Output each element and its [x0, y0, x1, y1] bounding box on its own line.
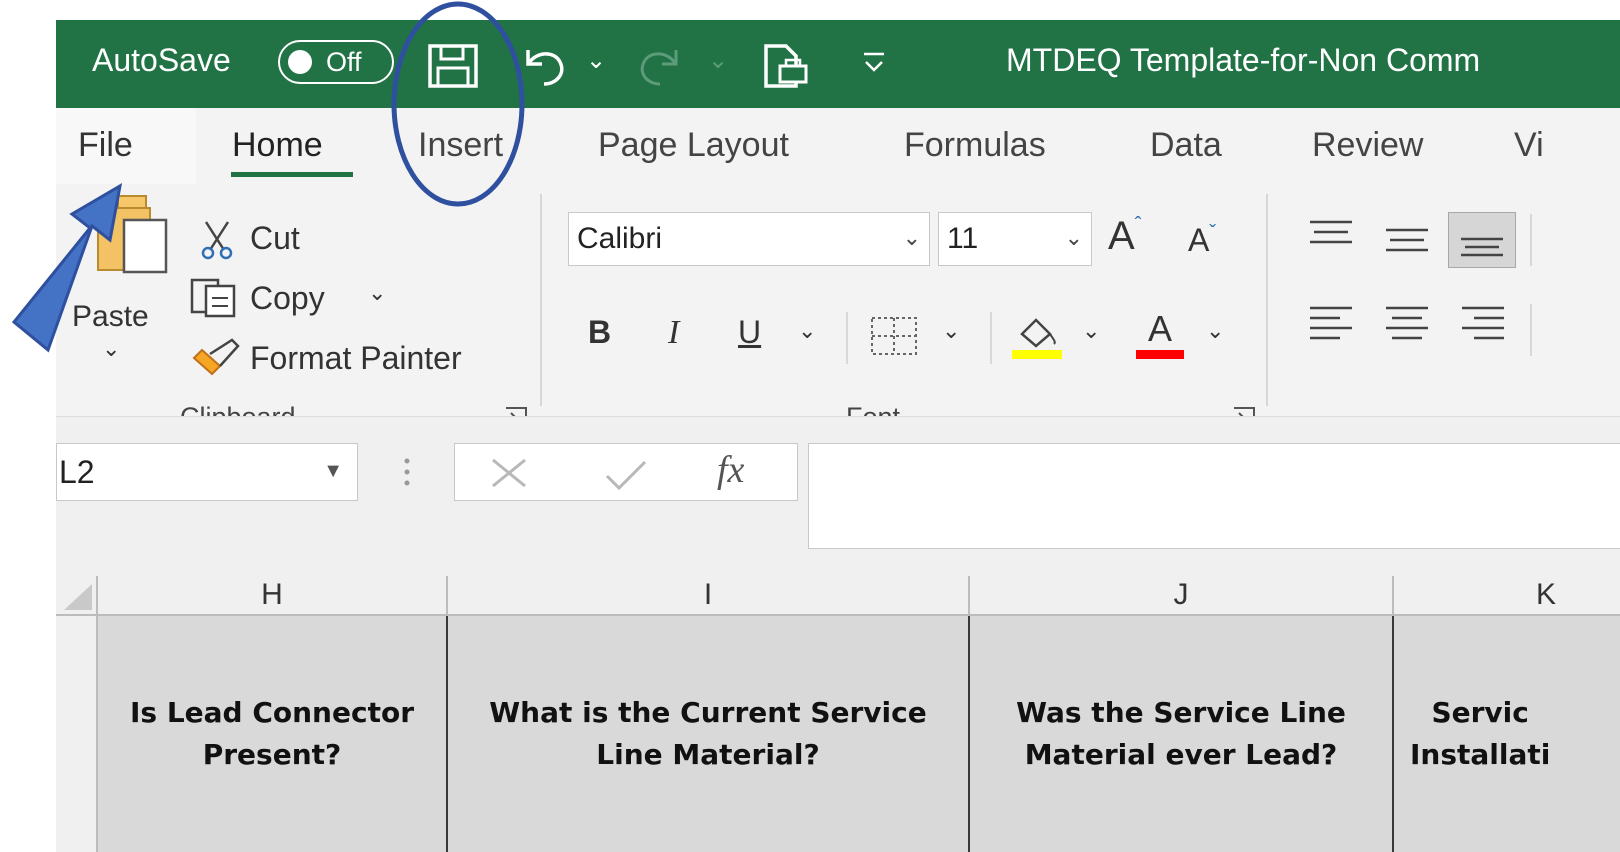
enter-icon[interactable]	[603, 458, 649, 497]
chevron-down-icon: ⌄	[902, 225, 921, 250]
undo-icon[interactable]	[518, 44, 568, 93]
font-size-value: 11	[947, 222, 979, 255]
group-separator	[540, 194, 542, 406]
decrease-font-size-icon[interactable]: Aˇ	[1188, 222, 1216, 259]
table-cell[interactable]: What is the Current Service Line Material…	[448, 616, 970, 852]
cell-text: Material ever Lead?	[1024, 738, 1338, 771]
title-bar: AutoSave Off ⌄ ⌄ MTDEQ Template-for-Non …	[56, 20, 1620, 108]
formula-bar: L2 ▼ fx	[56, 416, 1620, 577]
column-header-j[interactable]: J	[970, 576, 1394, 616]
fill-color-dropdown-icon[interactable]: ⌄	[1082, 318, 1100, 344]
font-size-combo[interactable]: 11 ⌄	[938, 212, 1092, 266]
tab-formulas[interactable]: Formulas	[904, 126, 1046, 165]
drag-handle-icon[interactable]	[402, 457, 412, 492]
copy-button[interactable]: Copy	[250, 280, 325, 317]
name-box[interactable]: L2 ▼	[56, 443, 358, 501]
group-separator	[1266, 194, 1268, 406]
tab-insert[interactable]: Insert	[418, 126, 503, 165]
borders-icon[interactable]	[870, 316, 918, 361]
customize-toolbar-icon[interactable]	[862, 48, 886, 83]
paste-dropdown-icon[interactable]: ⌄	[102, 336, 120, 362]
formula-input[interactable]	[808, 443, 1620, 549]
underline-dropdown-icon[interactable]: ⌄	[798, 318, 816, 344]
cell-text: Present?	[202, 738, 342, 771]
table-cell[interactable]: Was the Service Line Material ever Lead?	[970, 616, 1394, 852]
control-separator	[1530, 214, 1532, 266]
bottom-align-icon[interactable]	[1448, 212, 1516, 268]
toggle-knob	[288, 50, 312, 74]
middle-align-icon[interactable]	[1384, 224, 1430, 263]
cell-text: Servic	[1431, 696, 1529, 729]
toggle-state: Off	[326, 47, 362, 77]
chevron-down-icon: ▼	[323, 460, 343, 482]
formula-actions: fx	[454, 443, 798, 501]
control-separator	[1530, 304, 1532, 356]
autosave-toggle[interactable]: Off	[278, 40, 394, 84]
cell-text: Line Material?	[596, 738, 820, 771]
underline-button[interactable]: U	[738, 314, 761, 351]
select-all-corner[interactable]	[56, 576, 98, 616]
column-header-k[interactable]: K	[1394, 576, 1620, 616]
cell-text: Is Lead Connector	[129, 696, 415, 729]
print-preview-icon[interactable]	[762, 42, 812, 95]
cut-button[interactable]: Cut	[250, 220, 300, 257]
increase-font-size-icon[interactable]: Aˆ	[1108, 214, 1141, 259]
control-separator	[846, 312, 848, 364]
name-box-value: L2	[59, 454, 95, 490]
font-name-value: Calibri	[577, 222, 663, 255]
format-painter-button[interactable]: Format Painter	[250, 340, 462, 377]
fill-color-icon[interactable]	[1012, 310, 1064, 365]
save-icon[interactable]	[428, 44, 478, 93]
tab-view[interactable]: Vi	[1514, 126, 1544, 165]
copy-icon	[190, 276, 242, 323]
worksheet-grid: H I J K Is Lead Connector Present? What i…	[56, 576, 1620, 852]
chevron-down-icon: ⌄	[1064, 225, 1083, 250]
table-cell[interactable]: Is Lead Connector Present?	[98, 616, 448, 852]
document-title: MTDEQ Template-for-Non Comm	[1006, 42, 1481, 78]
font-color-letter: A	[1148, 308, 1173, 349]
row-header[interactable]	[56, 616, 98, 852]
align-right-icon[interactable]	[1460, 304, 1506, 349]
align-center-icon[interactable]	[1384, 304, 1430, 349]
column-header-h[interactable]: H	[98, 576, 448, 616]
paste-icon[interactable]	[94, 194, 170, 279]
undo-dropdown-icon[interactable]: ⌄	[586, 46, 606, 75]
redo-dropdown-icon[interactable]: ⌄	[708, 46, 728, 75]
tab-data[interactable]: Data	[1150, 126, 1222, 165]
control-separator	[990, 312, 992, 364]
tab-file-label: File	[78, 126, 133, 164]
insert-function-icon[interactable]: fx	[717, 448, 744, 492]
align-left-icon[interactable]	[1308, 304, 1354, 349]
font-name-combo[interactable]: Calibri ⌄	[568, 212, 930, 266]
active-tab-indicator	[231, 172, 353, 177]
table-cell[interactable]: Servic Installati	[1394, 616, 1620, 852]
cell-text: Installati	[1410, 738, 1551, 771]
borders-dropdown-icon[interactable]: ⌄	[942, 318, 960, 344]
font-color-icon[interactable]: A	[1134, 308, 1186, 365]
ribbon-home: Paste ⌄ Cut Copy ⌄ Format Painter Clipbo…	[56, 184, 1620, 432]
paste-label[interactable]: Paste	[72, 300, 149, 334]
bold-button[interactable]: B	[588, 314, 611, 351]
tab-home[interactable]: Home	[232, 126, 323, 165]
font-color-dropdown-icon[interactable]: ⌄	[1206, 318, 1224, 344]
excel-window: AutoSave Off ⌄ ⌄ MTDEQ Template-for-Non …	[56, 20, 1620, 852]
redo-icon[interactable]	[636, 44, 686, 93]
tab-file[interactable]: File	[56, 108, 196, 184]
column-header-i[interactable]: I	[448, 576, 970, 616]
ribbon-tabs: File Home Insert Page Layout Formulas Da…	[56, 108, 1620, 184]
tab-page-layout[interactable]: Page Layout	[598, 126, 789, 165]
cancel-icon[interactable]	[489, 456, 529, 495]
autosave-label: AutoSave	[92, 42, 231, 78]
format-painter-icon	[190, 336, 242, 383]
cell-text: Was the Service Line	[1016, 696, 1346, 729]
tab-review[interactable]: Review	[1312, 126, 1423, 165]
italic-button[interactable]: I	[668, 314, 679, 352]
cell-text: What is the Current Service	[489, 696, 927, 729]
top-align-icon[interactable]	[1308, 218, 1354, 257]
scissors-icon	[200, 220, 234, 265]
copy-dropdown-icon[interactable]: ⌄	[368, 280, 386, 306]
